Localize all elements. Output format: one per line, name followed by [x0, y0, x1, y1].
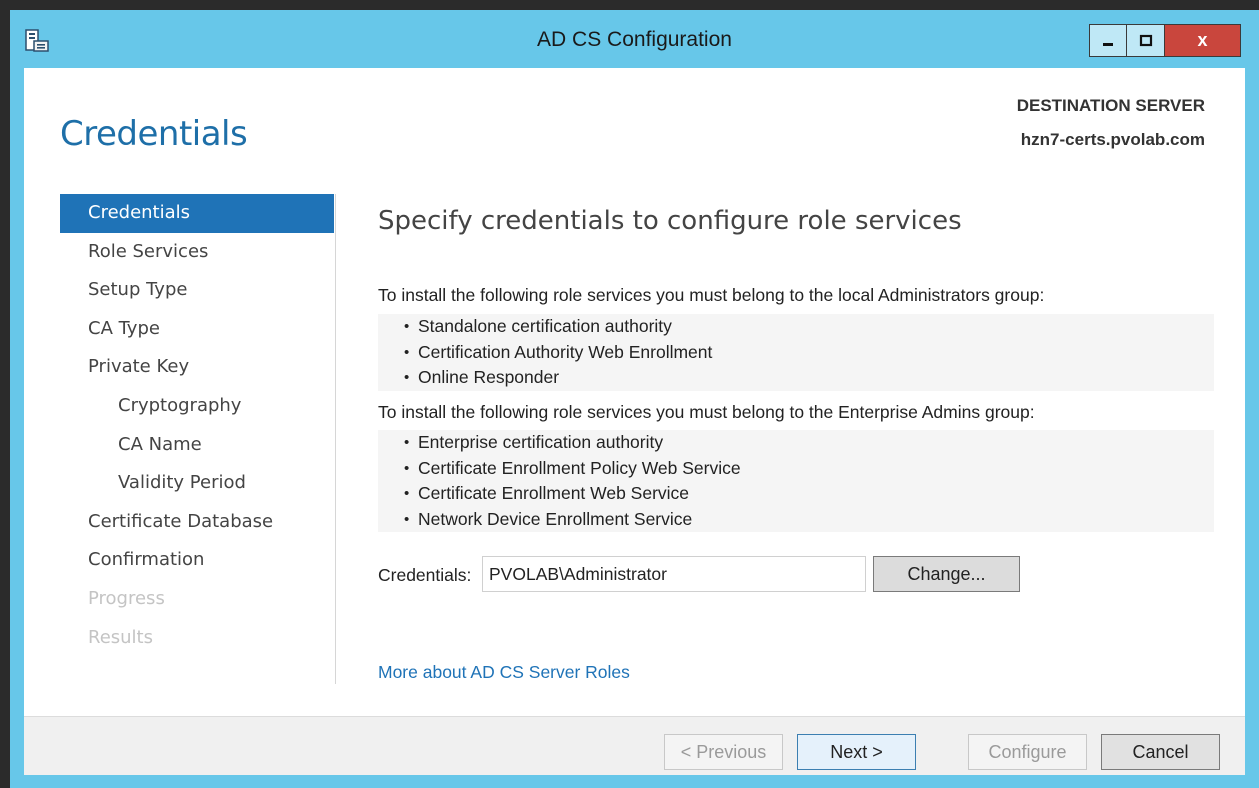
close-icon: x — [1197, 30, 1208, 50]
previous-button: < Previous — [664, 734, 783, 770]
maximize-button[interactable] — [1127, 24, 1165, 57]
wizard-navigation: Credentials Role Services Setup Type CA … — [60, 194, 334, 657]
list-item: Network Device Enrollment Service — [378, 507, 1214, 533]
list-item: Certification Authority Web Enrollment — [378, 340, 1214, 366]
list-item: Certificate Enrollment Policy Web Servic… — [378, 456, 1214, 482]
window-title: AD CS Configuration — [537, 28, 732, 51]
list-item: Online Responder — [378, 365, 1214, 391]
credentials-label: Credentials: — [378, 565, 472, 585]
wizard-footer: < Previous Next > Configure Cancel — [24, 716, 1245, 775]
more-about-ad-cs-link[interactable]: More about AD CS Server Roles — [378, 662, 630, 683]
list-item: Standalone certification authority — [378, 314, 1214, 340]
close-button[interactable]: x — [1165, 24, 1241, 57]
nav-item-setup-type[interactable]: Setup Type — [60, 271, 334, 310]
nav-item-ca-type[interactable]: CA Type — [60, 310, 334, 349]
minimize-button[interactable] — [1089, 24, 1127, 57]
enterprise-admins-intro: To install the following role services y… — [378, 402, 1035, 422]
nav-item-ca-name[interactable]: CA Name — [60, 426, 334, 465]
nav-divider — [335, 194, 336, 684]
nav-item-credentials[interactable]: Credentials — [60, 194, 334, 233]
destination-server-label: DESTINATION SERVER — [1016, 96, 1205, 115]
nav-item-certificate-database[interactable]: Certificate Database — [60, 503, 334, 542]
cancel-button[interactable]: Cancel — [1101, 734, 1220, 770]
page-title: Credentials — [60, 114, 248, 154]
enterprise-admins-services-list: Enterprise certification authority Certi… — [378, 430, 1214, 532]
nav-item-confirmation[interactable]: Confirmation — [60, 541, 334, 580]
nav-item-cryptography[interactable]: Cryptography — [60, 387, 334, 426]
wizard-content: Credentials DESTINATION SERVER hzn7-cert… — [24, 68, 1245, 775]
local-admins-services-list: Standalone certification authority Certi… — [378, 314, 1214, 391]
list-item: Enterprise certification authority — [378, 430, 1214, 456]
local-admins-intro: To install the following role services y… — [378, 285, 1045, 305]
minimize-icon — [1103, 42, 1113, 46]
section-heading: Specify credentials to configure role se… — [378, 206, 962, 236]
nav-item-results: Results — [88, 626, 153, 648]
maximize-icon — [1139, 34, 1152, 46]
nav-item-validity-period[interactable]: Validity Period — [60, 464, 334, 503]
configure-button: Configure — [968, 734, 1087, 770]
list-item: Certificate Enrollment Web Service — [378, 481, 1214, 507]
credentials-field[interactable]: PVOLAB\Administrator — [482, 556, 866, 592]
ad-cs-configuration-window: AD CS Configuration x Credentials DESTIN… — [10, 10, 1259, 788]
next-button[interactable]: Next > — [797, 734, 916, 770]
destination-server-name: hzn7-certs.pvolab.com — [1020, 130, 1205, 149]
nav-item-private-key[interactable]: Private Key — [60, 348, 334, 387]
nav-item-progress: Progress — [88, 587, 165, 609]
change-credentials-button[interactable]: Change... — [873, 556, 1020, 592]
title-bar[interactable]: AD CS Configuration x — [10, 10, 1259, 68]
nav-item-role-services[interactable]: Role Services — [60, 233, 334, 272]
